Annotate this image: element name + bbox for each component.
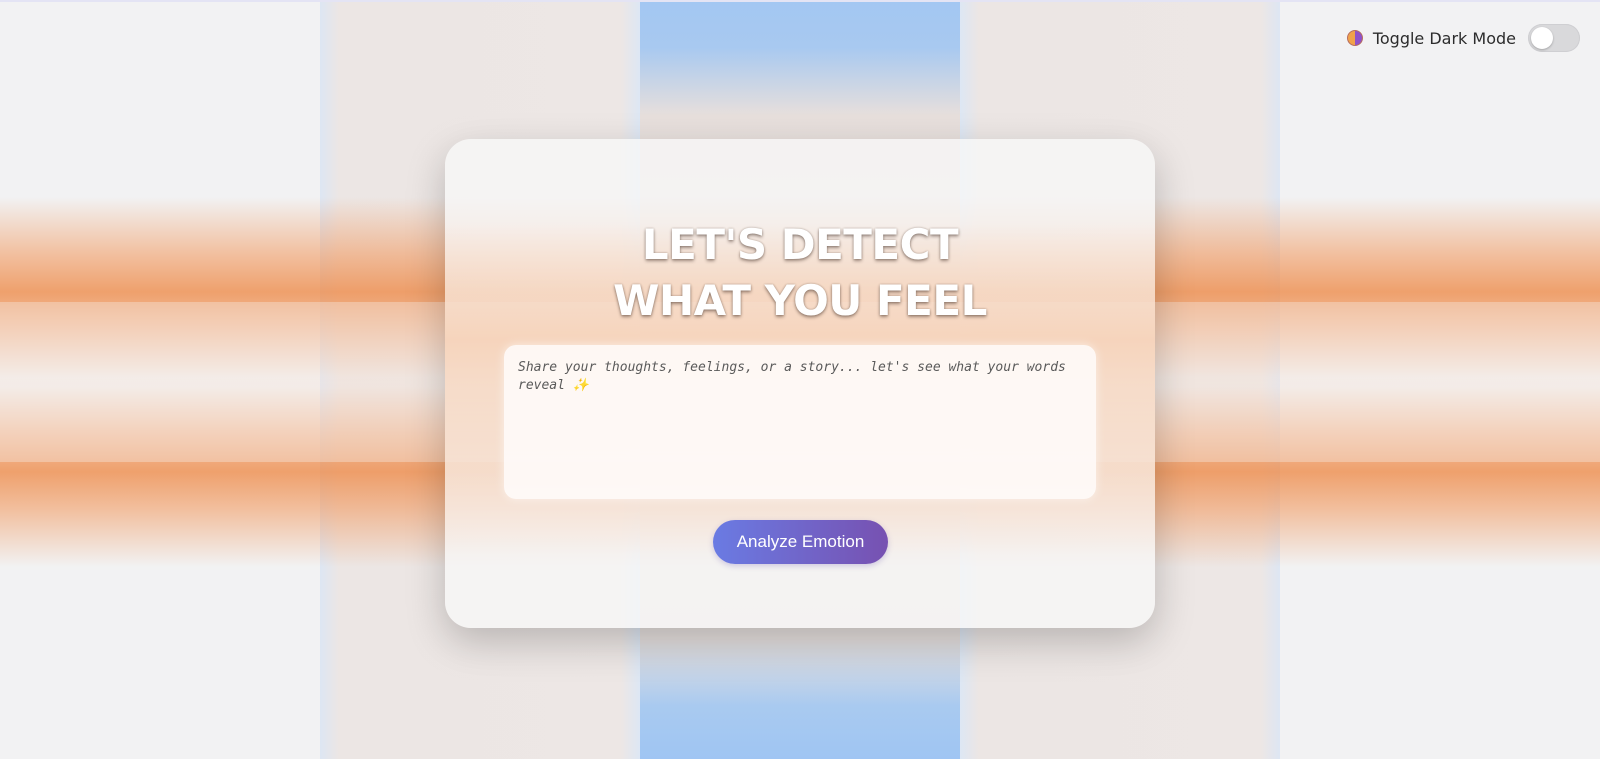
analyze-emotion-button[interactable]: Analyze Emotion	[713, 520, 888, 564]
emotion-text-input[interactable]	[504, 345, 1096, 499]
text-input-container	[504, 345, 1096, 499]
title-line-1: LET'S DETECT	[641, 220, 959, 269]
title-line-2: WHAT YOU FEEL	[613, 276, 987, 325]
dark-mode-toggle[interactable]: Toggle Dark Mode	[1346, 24, 1580, 52]
dark-mode-switch[interactable]	[1528, 24, 1580, 52]
page-title: LET'S DETECT WHAT YOU FEEL	[445, 217, 1155, 329]
half-moon-icon	[1346, 30, 1363, 46]
emotion-card: LET'S DETECT WHAT YOU FEEL Analyze Emoti…	[445, 139, 1155, 628]
dark-mode-label: Toggle Dark Mode	[1372, 28, 1516, 48]
switch-knob	[1531, 27, 1553, 49]
